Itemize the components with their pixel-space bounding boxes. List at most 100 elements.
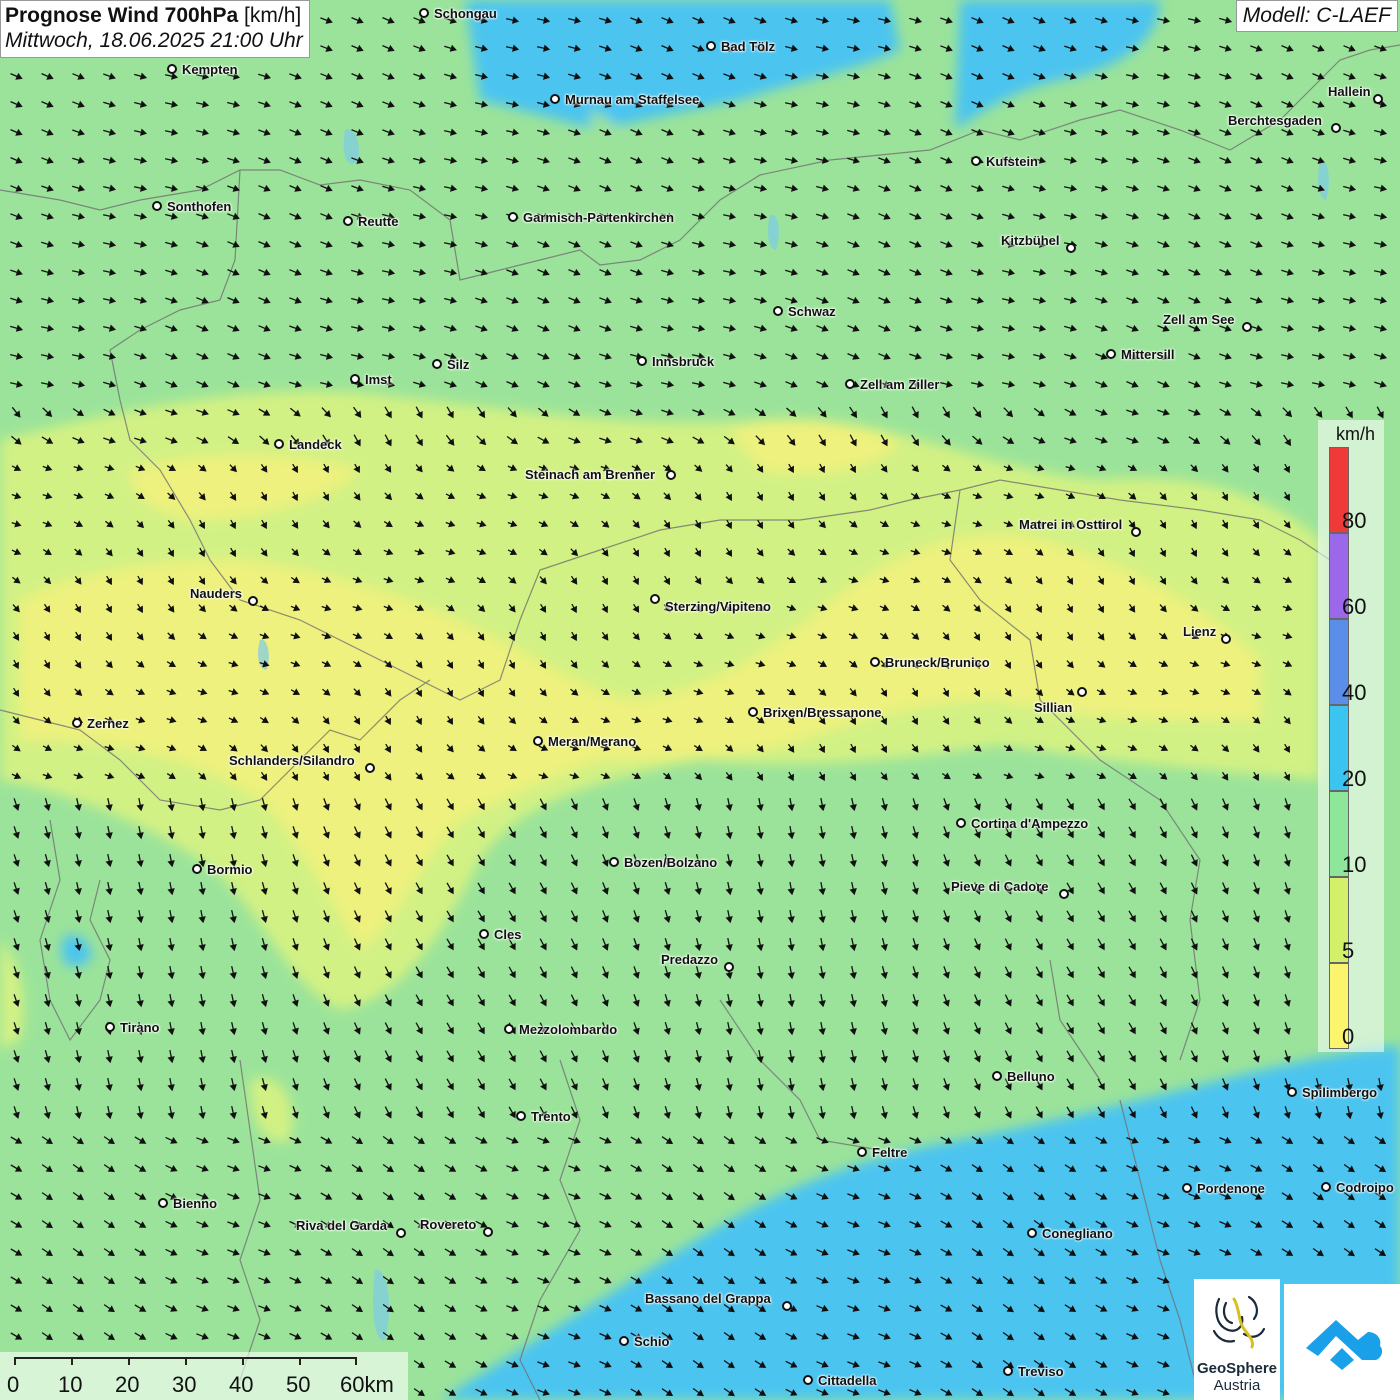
wind-map[interactable]: Prognose Wind 700hPa [km/h] Mittwoch, 18…	[0, 0, 1400, 1400]
city-label: Matrei in Osttirol	[1019, 517, 1123, 532]
city-label: Reutte	[358, 214, 399, 229]
city-dot-icon	[550, 94, 560, 104]
city-label: Hallein	[1328, 84, 1371, 99]
city-dot-icon	[396, 1228, 406, 1238]
city-dot-icon	[971, 156, 981, 166]
city-dot-icon	[343, 216, 353, 226]
city-label: Bad Tölz	[721, 39, 776, 54]
city-label: Cittadella	[818, 1373, 877, 1388]
city-label: Cortina d'Ampezzo	[971, 816, 1089, 831]
city-dot-icon	[192, 864, 202, 874]
city-dot-icon	[619, 1336, 629, 1346]
city-label: Zell am See	[1163, 312, 1235, 327]
city-dot-icon	[1066, 243, 1076, 253]
city-dot-icon	[72, 718, 82, 728]
scale-label: 40	[229, 1372, 254, 1397]
city-dot-icon	[857, 1147, 867, 1157]
city-dot-icon	[105, 1022, 115, 1032]
city-label: Sonthofen	[167, 199, 232, 214]
city-label: Spilimbergo	[1302, 1085, 1378, 1100]
city-dot-icon	[419, 8, 429, 18]
city-label: Feltre	[872, 1145, 908, 1160]
city-dot-icon	[1182, 1183, 1192, 1193]
geosphere-logo[interactable]: GeoSphere Austria	[1194, 1279, 1280, 1400]
city-label: Schwaz	[788, 304, 836, 319]
geosphere-country: Austria	[1213, 1377, 1261, 1394]
legend-tick: 10	[1342, 852, 1367, 877]
city-dot-icon	[1077, 687, 1087, 697]
city-label: Zernez	[87, 716, 129, 731]
city-label: Innsbruck	[652, 354, 715, 369]
city-label: Bassano del Grappa	[645, 1291, 771, 1306]
map-title-box: Prognose Wind 700hPa [km/h] Mittwoch, 18…	[0, 0, 310, 58]
city-dot-icon	[637, 356, 647, 366]
city-dot-icon	[479, 929, 489, 939]
city-label: Schio	[634, 1334, 670, 1349]
city-dot-icon	[1373, 94, 1383, 104]
city-dot-icon	[1331, 123, 1341, 133]
city-label: Garmisch-Partenkirchen	[523, 210, 675, 225]
city-label: Conegliano	[1042, 1226, 1113, 1241]
city-dot-icon	[508, 212, 518, 222]
city-dot-icon	[350, 374, 360, 384]
scale-tick	[14, 1357, 16, 1365]
color-legend: km/h 80 60 40 20 10 5 0	[1318, 420, 1384, 1052]
city-label: Treviso	[1018, 1364, 1064, 1379]
city-label: Kitzbühel	[1001, 233, 1060, 248]
city-dot-icon	[992, 1071, 1002, 1081]
geosphere-name: GeoSphere	[1196, 1360, 1278, 1377]
legend-tick: 20	[1342, 766, 1367, 791]
legend-tick: 80	[1342, 508, 1367, 533]
city-label: Kufstein	[986, 154, 1038, 169]
scale-tick	[128, 1357, 130, 1365]
city-dot-icon	[956, 818, 966, 828]
city-dot-icon	[274, 439, 284, 449]
city-label: Trento	[531, 1109, 571, 1124]
legend-tick: 0	[1342, 1024, 1355, 1049]
city-dot-icon	[724, 962, 734, 972]
city-label: Schongau	[434, 6, 497, 21]
city-label: Sterzing/Vipiteno	[665, 599, 771, 614]
city-dot-icon	[1027, 1228, 1037, 1238]
scale-label: 60km	[340, 1372, 394, 1397]
city-dot-icon	[748, 707, 758, 717]
scale-tick	[185, 1357, 187, 1365]
app-logo[interactable]	[1284, 1284, 1400, 1400]
city-label: Predazzo	[661, 952, 719, 967]
city-dot-icon	[609, 857, 619, 867]
city-label: Landeck	[289, 437, 342, 452]
city-dot-icon	[1003, 1366, 1013, 1376]
city-label: Nauders	[190, 586, 243, 601]
mountain-cloud-icon	[1306, 1320, 1383, 1370]
scale-label: 10	[58, 1372, 83, 1397]
city-label: Mittersill	[1121, 347, 1175, 362]
city-dot-icon	[870, 657, 880, 667]
city-label: Murnau am Staffelsee	[565, 92, 700, 107]
city-dot-icon	[516, 1111, 526, 1121]
city-label: Lienz	[1183, 624, 1217, 639]
scale-tick	[242, 1357, 244, 1365]
city-label: Imst	[365, 372, 392, 387]
city-dot-icon	[650, 594, 660, 604]
city-dot-icon	[158, 1198, 168, 1208]
city-dot-icon	[248, 596, 258, 606]
city-label: Tirano	[120, 1020, 160, 1035]
city-label: Pordenone	[1197, 1181, 1265, 1196]
city-label: Rovereto	[420, 1217, 477, 1232]
city-label: Schlanders/Silandro	[229, 753, 355, 768]
city-dot-icon	[706, 41, 716, 51]
city-label: Brixen/Bressanone	[763, 705, 882, 720]
city-dot-icon	[152, 201, 162, 211]
city-dot-icon	[504, 1024, 514, 1034]
city-dot-icon	[845, 379, 855, 389]
city-label: Meran/Merano	[548, 734, 637, 749]
city-dot-icon	[782, 1301, 792, 1311]
city-label: Mezzolombardo	[519, 1022, 618, 1037]
forecast-datetime: Mittwoch, 18.06.2025 21:00 Uhr	[5, 29, 303, 52]
legend-tick: 40	[1342, 680, 1367, 705]
city-dot-icon	[483, 1227, 493, 1237]
geosphere-swirl-icon	[1212, 1295, 1266, 1349]
scale-tick	[355, 1357, 357, 1365]
legend-tick: 5	[1342, 938, 1355, 963]
scale-bar: 0 10 20 30 40 50 60km	[0, 1352, 408, 1400]
